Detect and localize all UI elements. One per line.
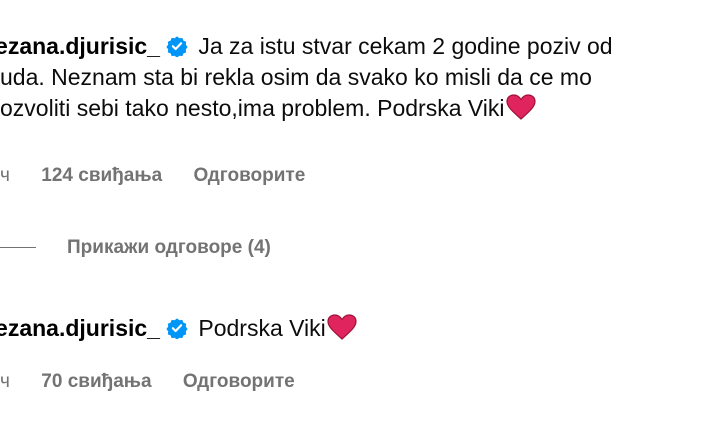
replies-divider-line	[0, 247, 36, 249]
comment-line: ozvoliti sebi tako nesto,ima problem. Po…	[0, 93, 720, 124]
comment-line: nezana.djurisic_ Podrska Viki	[0, 313, 720, 344]
likes-count[interactable]: 124 свиђања	[41, 164, 162, 188]
comment-text: Podrska Viki	[198, 315, 326, 341]
view-replies-button[interactable]: Прикажи одговоре (4)	[0, 236, 271, 260]
comment-body: nezana.djurisic_ Podrska Viki	[0, 313, 720, 344]
comment-text-line: Ja za istu stvar cekam 2 godine poziv od	[198, 33, 613, 59]
verified-badge-icon	[166, 317, 188, 339]
likes-count[interactable]: 70 свиђања	[41, 370, 151, 394]
red-heart-icon	[327, 314, 357, 340]
reply-button[interactable]: Одговорите	[193, 164, 305, 188]
comment-text-line: ozvoliti sebi tako nesto,ima problem. Po…	[0, 95, 505, 121]
comment-meta: ч 70 свиђања Одговорите	[0, 370, 295, 394]
comment-meta: ч 124 свиђања Одговорите	[0, 164, 305, 188]
red-heart-icon	[505, 94, 536, 120]
view-replies-label: Прикажи одговоре (4)	[67, 237, 271, 258]
reply-button[interactable]: Одговорите	[183, 370, 295, 394]
comment-text-line: uda. Neznam sta bi rekla osim da svako k…	[0, 64, 592, 90]
comment-line: nezana.djurisic_ Ja za istu stvar cekam …	[0, 31, 720, 62]
comment-time: ч	[0, 165, 10, 186]
comment-body: nezana.djurisic_ Ja za istu stvar cekam …	[0, 31, 720, 124]
comment-username[interactable]: nezana.djurisic_	[0, 315, 160, 341]
verified-badge-icon	[166, 35, 188, 57]
comment-line: uda. Neznam sta bi rekla osim da svako k…	[0, 62, 720, 93]
comments-section: nezana.djurisic_ Ja za istu stvar cekam …	[0, 0, 720, 432]
comment-username[interactable]: nezana.djurisic_	[0, 33, 160, 59]
comment: nezana.djurisic_ Ja za istu stvar cekam …	[0, 31, 720, 124]
comment: nezana.djurisic_ Podrska Viki	[0, 313, 720, 344]
comment-time: ч	[0, 371, 10, 392]
